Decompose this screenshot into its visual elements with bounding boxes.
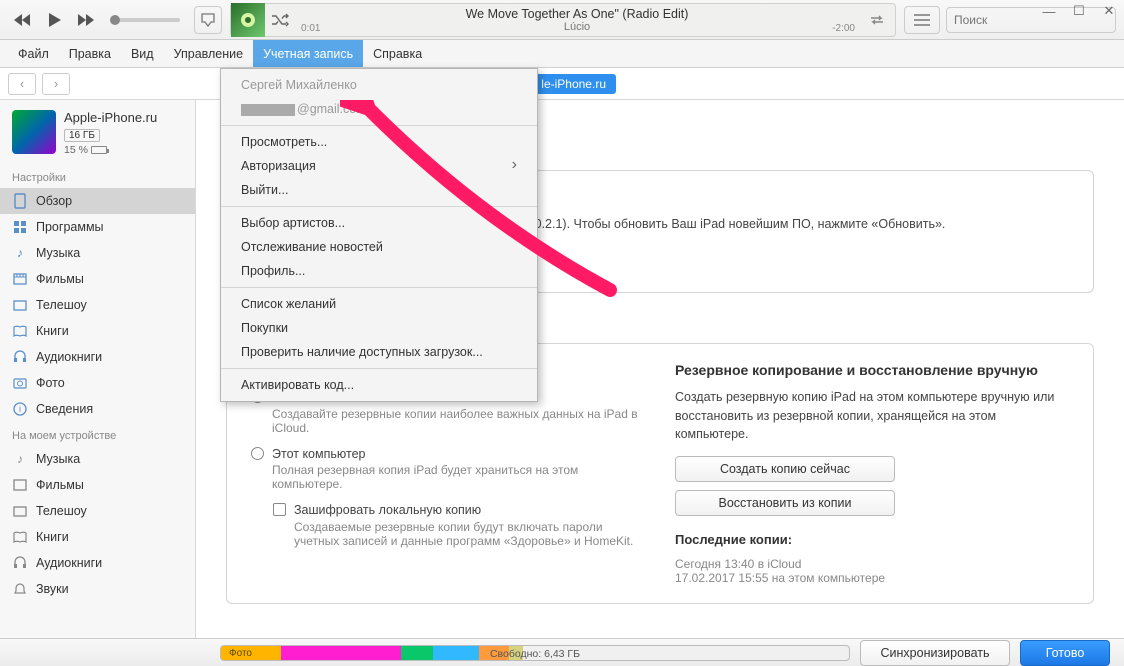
menu-file[interactable]: Файл [8, 40, 59, 67]
dd-news-tracking[interactable]: Отслеживание новостей [221, 235, 537, 259]
sidebar-dev-audiobooks[interactable]: Аудиокниги [0, 550, 195, 576]
dd-purchases[interactable]: Покупки [221, 316, 537, 340]
menu-view[interactable]: Вид [121, 40, 164, 67]
sidebar: Apple-iPhone.ru 16 ГБ 15 % Настройки Обз… [0, 100, 196, 638]
track-title: We Move Together As One" (Radio Edit) [295, 7, 859, 21]
next-track-button[interactable] [72, 6, 100, 34]
prev-track-button[interactable] [8, 6, 36, 34]
album-art-icon [231, 3, 265, 37]
player-bar: We Move Together As One" (Radio Edit) Lú… [0, 0, 1124, 40]
check-encrypt[interactable] [273, 503, 286, 516]
restore-backup-button[interactable]: Восстановить из копии [675, 490, 895, 516]
menu-help[interactable]: Справка [363, 40, 432, 67]
device-thumbnail [12, 110, 56, 154]
device-toolbar: ‹ › le-iPhone.ru [0, 68, 1124, 100]
nav-fwd-button[interactable]: › [42, 73, 70, 95]
dd-view[interactable]: Просмотреть... [221, 130, 537, 154]
sidebar-section-ondevice: На моем устройстве [0, 422, 195, 446]
sidebar-dev-tones[interactable]: Звуки [0, 576, 195, 602]
sidebar-section-settings: Настройки [0, 164, 195, 188]
last-backup-line1: Сегодня 13:40 в iCloud [675, 557, 1069, 571]
menu-bar: Файл Правка Вид Управление Учетная запис… [0, 40, 1124, 68]
radio-pc[interactable] [251, 447, 264, 460]
backup-now-button[interactable]: Создать копию сейчас [675, 456, 895, 482]
dd-choose-artists[interactable]: Выбор артистов... [221, 211, 537, 235]
storage-photo-label: Фото [229, 646, 252, 661]
repeat-button[interactable] [859, 13, 895, 27]
sidebar-audiobooks[interactable]: Аудиокниги [0, 344, 195, 370]
sidebar-music[interactable]: ♪Музыка [0, 240, 195, 266]
dd-user-name: Сергей Михайленко [221, 73, 537, 97]
last-backup-line2: 17.02.2017 15:55 на этом компьютере [675, 571, 1069, 585]
dd-signout[interactable]: Выйти... [221, 178, 537, 202]
sidebar-tvshows[interactable]: Телешоу [0, 292, 195, 318]
dd-wishlist[interactable]: Список желаний [221, 292, 537, 316]
menu-edit[interactable]: Правка [59, 40, 121, 67]
device-capacity: 16 ГБ [64, 129, 100, 142]
now-playing-display: We Move Together As One" (Radio Edit) Lú… [230, 3, 896, 37]
sidebar-summary[interactable]: Обзор [0, 188, 195, 214]
account-dropdown: Сергей Михайленко @gmail.com Просмотреть… [220, 68, 538, 402]
done-button[interactable]: Готово [1020, 640, 1110, 666]
storage-free-label: Свободно: 6,43 ГБ [490, 646, 580, 661]
nav-back-button[interactable]: ‹ [8, 73, 36, 95]
dd-redeem[interactable]: Активировать код... [221, 373, 537, 397]
shuffle-button[interactable] [265, 13, 295, 27]
minimize-button[interactable]: — [1034, 0, 1064, 22]
last-backup-heading: Последние копии: [675, 532, 1069, 547]
bottom-bar: Фото Свободно: 6,43 ГБ Синхронизировать … [0, 638, 1124, 666]
sidebar-dev-books[interactable]: Книги [0, 524, 195, 550]
sidebar-photos[interactable]: Фото [0, 370, 195, 396]
sidebar-dev-movies[interactable]: Фильмы [0, 472, 195, 498]
battery-icon [91, 146, 107, 154]
airplay-button[interactable] [194, 6, 222, 34]
opt-pc-desc: Полная резервная копия iPad будет хранит… [272, 463, 645, 491]
menu-account[interactable]: Учетная запись [253, 40, 363, 67]
storage-bar[interactable]: Фото Свободно: 6,43 ГБ [220, 645, 850, 661]
sidebar-dev-tvshows[interactable]: Телешоу [0, 498, 195, 524]
dd-profile[interactable]: Профиль... [221, 259, 537, 283]
dd-authorization[interactable]: Авторизация [221, 154, 537, 178]
opt-encrypt-label: Зашифровать локальную копию [294, 501, 645, 520]
sidebar-books[interactable]: Книги [0, 318, 195, 344]
sidebar-apps[interactable]: Программы [0, 214, 195, 240]
manual-backup-desc: Создать резервную копию iPad на этом ком… [675, 388, 1069, 444]
sync-button[interactable]: Синхронизировать [860, 640, 1010, 666]
svg-text:i: i [19, 404, 21, 414]
maximize-button[interactable]: ☐ [1064, 0, 1094, 22]
sidebar-info[interactable]: iСведения [0, 396, 195, 422]
close-button[interactable]: ✕ [1094, 0, 1124, 22]
sidebar-movies[interactable]: Фильмы [0, 266, 195, 292]
dd-check-downloads[interactable]: Проверить наличие доступных загрузок... [221, 340, 537, 364]
remaining-time: -2:00 [832, 23, 855, 34]
device-name: Apple-iPhone.ru [64, 110, 157, 125]
battery-percent: 15 % [64, 144, 88, 156]
play-button[interactable] [40, 6, 68, 34]
elapsed-time: 0:01 [301, 23, 320, 34]
dd-user-email: @gmail.com [221, 97, 537, 121]
sidebar-dev-music[interactable]: ♪Музыка [0, 446, 195, 472]
menu-controls[interactable]: Управление [164, 40, 254, 67]
volume-slider[interactable] [110, 18, 180, 22]
track-artist: Lúcio [295, 21, 859, 33]
opt-icloud-desc: Создавайте резервные копии наиболее важн… [272, 407, 645, 435]
opt-encrypt-desc: Создаваемые резервные копии будут включа… [294, 520, 645, 548]
opt-pc-label: Этот компьютер [272, 445, 645, 464]
manual-backup-heading: Резервное копирование и восстановление в… [675, 362, 1069, 378]
queue-button[interactable] [904, 6, 940, 34]
